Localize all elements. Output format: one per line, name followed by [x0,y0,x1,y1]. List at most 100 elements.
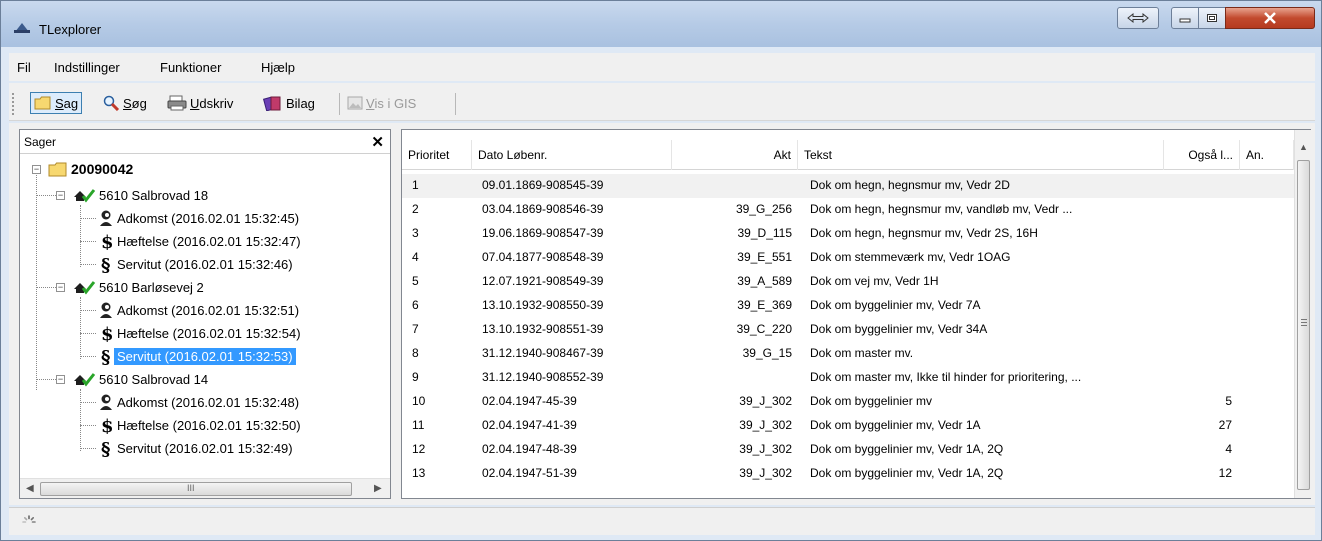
person-icon [100,210,112,226]
dollar-icon: $ [101,232,114,250]
tree-leaf-label: Adkomst (2016.02.01 15:32:45) [117,210,300,226]
tree-leaf-node[interactable]: § Servitut (2016.02.01 15:32:53) [98,346,296,366]
tree-leaf-node[interactable]: Adkomst (2016.02.01 15:32:48) [98,392,302,412]
sag-label-post: ag [63,95,79,111]
table-row[interactable]: 2 03.04.1869-908546-39 39_G_256 Dok om hegn… [402,198,1294,222]
minimize-icon [1179,18,1191,23]
bilag-button[interactable]: Bilag [263,92,315,114]
collapse-root-toggle[interactable]: − [32,165,41,174]
tree-leaf-node[interactable]: § Servitut (2016.02.01 15:32:46) [98,254,296,274]
svg-text:§: § [101,439,110,457]
table-cell: Dok om byggelinier mv, Vedr 34A [810,322,988,336]
column-header[interactable]: Også l... [1164,140,1240,170]
svg-text:$: $ [101,324,114,342]
maximize-icon [1207,14,1217,22]
tree-group-node[interactable]: 5610 Salbrovad 18 [72,185,211,205]
toolbar-grip [12,93,14,115]
tree-leaf-node[interactable]: $ Hæftelse (2016.02.01 15:32:54) [98,323,304,343]
column-header-label: An. [1246,148,1265,162]
tree-leaf-node[interactable]: Adkomst (2016.02.01 15:32:51) [98,300,302,320]
tree-leaf-node[interactable]: $ Hæftelse (2016.02.01 15:32:50) [98,415,304,435]
property-check-icon [74,189,96,203]
udskriv-button[interactable]: Udskriv [167,92,233,114]
tree-leaf-label: Hæftelse (2016.02.01 15:32:54) [117,325,301,341]
tree-leaf-node[interactable]: $ Hæftelse (2016.02.01 15:32:47) [98,231,304,251]
column-header[interactable]: Dato Løbenr. [472,140,672,170]
tree-root-node[interactable]: 20090042 [48,159,136,179]
column-header[interactable]: An. [1240,140,1294,170]
table-cell: 13 [412,466,426,480]
table-row[interactable]: 7 13.10.1932-908551-39 39_C_220 Dok om bygg… [402,318,1294,342]
table-row[interactable]: 6 13.10.1932-908550-39 39_E_369 Dok om bygg… [402,294,1294,318]
table-row[interactable]: 4 07.04.1877-908548-39 39_E_551 Dok om stem… [402,246,1294,270]
scrollbar-thumb[interactable]: III [40,482,352,496]
property-check-icon [74,281,96,295]
scroll-left-icon[interactable]: ◀ [26,483,34,494]
table-cell: Dok om byggelinier mv, Vedr 1A, 2Q [810,466,1004,480]
menu-hjaelp[interactable]: Hjælp [261,60,295,75]
tree-leaf-node[interactable]: § Servitut (2016.02.01 15:32:49) [98,438,296,458]
table-cell: Dok om byggelinier mv, Vedr 1A, 2Q [810,442,1004,456]
section-sign-icon: § [101,255,110,273]
table-cell: 31.12.1940-908552-39 [482,370,604,384]
close-panel-icon[interactable]: ✕ [371,133,384,151]
table-cell: 12.07.1921-908549-39 [482,274,604,288]
collapse-group-toggle[interactable]: − [56,375,65,384]
folder-icon [48,162,67,177]
svg-text:$: $ [101,232,114,250]
tree-leaf-label: Servitut (2016.02.01 15:32:53) [114,347,296,365]
close-window-button[interactable] [1225,7,1315,29]
collapse-group-toggle[interactable]: − [56,283,65,292]
table-row[interactable]: 3 19.06.1869-908547-39 39_D_115 Dok om hegn… [402,222,1294,246]
sager-panel-header: Sager ✕ [20,130,390,154]
menu-indstillinger[interactable]: Indstillinger [54,60,120,75]
table-cell: 39_J_302 [739,442,792,456]
table-row[interactable]: 1 09.01.1869-908545-39 Dok om hegn, hegnsm… [402,174,1294,198]
table-row[interactable]: 5 12.07.1921-908549-39 39_A_589 Dok om vej … [402,270,1294,294]
loading-spinner-icon [22,515,36,523]
vertical-scrollbar-thumb[interactable] [1297,160,1310,490]
gis-image-icon [347,96,363,110]
table-cell: 03.04.1869-908546-39 [482,202,604,216]
table-row[interactable]: 8 31.12.1940-908467-39 39_G_15 Dok om maste… [402,342,1294,366]
tree-group-node[interactable]: 5610 Salbrovad 14 [72,369,211,389]
collapse-group-toggle[interactable]: − [56,191,65,200]
minimize-button[interactable] [1171,7,1199,29]
scroll-up-icon[interactable]: ▲ [1299,142,1308,152]
table-cell: 13.10.1932-908551-39 [482,322,604,336]
column-header[interactable]: Prioritet [402,140,472,170]
vis-i-gis-button[interactable]: Vis i GIS [347,92,416,114]
vertical-scrollbar[interactable]: ▲ [1294,130,1311,498]
tree-group-node[interactable]: 5610 Barløsevej 2 [72,277,207,297]
soeg-button[interactable]: Søg [102,92,147,114]
sager-panel-title: Sager [24,135,57,149]
table-row[interactable]: 11 02.04.1947-41-39 39_J_302 Dok om byggeli… [402,414,1294,438]
table-row[interactable]: 10 02.04.1947-45-39 39_J_302 Dok om byggeli… [402,390,1294,414]
tree-leaf-label: Adkomst (2016.02.01 15:32:51) [117,302,300,318]
title-bar[interactable]: TLexplorer [1,1,1321,47]
horizontal-scrollbar[interactable]: ◀ III ▶ [20,478,390,498]
table-cell: Dok om hegn, hegnsmur mv, vandløb mv, Ve… [810,202,1073,216]
resize-arrows-button[interactable] [1117,7,1159,29]
column-header[interactable]: Akt [672,140,798,170]
soeg-label-post: øg [131,95,147,111]
column-header-label: Akt [773,148,791,162]
menu-funktioner[interactable]: Funktioner [160,60,221,75]
tree-leaf-node[interactable]: Adkomst (2016.02.01 15:32:45) [98,208,302,228]
maximize-button[interactable] [1198,7,1226,29]
sag-button[interactable]: Sag [30,92,83,114]
table-row[interactable]: 12 02.04.1947-48-39 39_J_302 Dok om byggeli… [402,438,1294,462]
table-cell: 31.12.1940-908467-39 [482,346,604,360]
scroll-right-icon[interactable]: ▶ [374,483,382,494]
sag-label-accel: S [55,95,64,111]
table-cell: 2 [412,202,419,216]
app-icon [14,23,30,33]
menu-fil[interactable]: Fil [17,60,31,75]
table-row[interactable]: 9 31.12.1940-908552-39 Dok om master mv, I… [402,366,1294,390]
column-header[interactable]: Tekst [798,140,1164,170]
table-cell: 12 [1218,466,1232,480]
column-header-label: Prioritet [408,148,450,162]
status-bar [9,507,1315,535]
tree-leaf-label: Hæftelse (2016.02.01 15:32:50) [117,417,301,433]
table-row[interactable]: 13 02.04.1947-51-39 39_J_302 Dok om byggeli… [402,462,1294,486]
